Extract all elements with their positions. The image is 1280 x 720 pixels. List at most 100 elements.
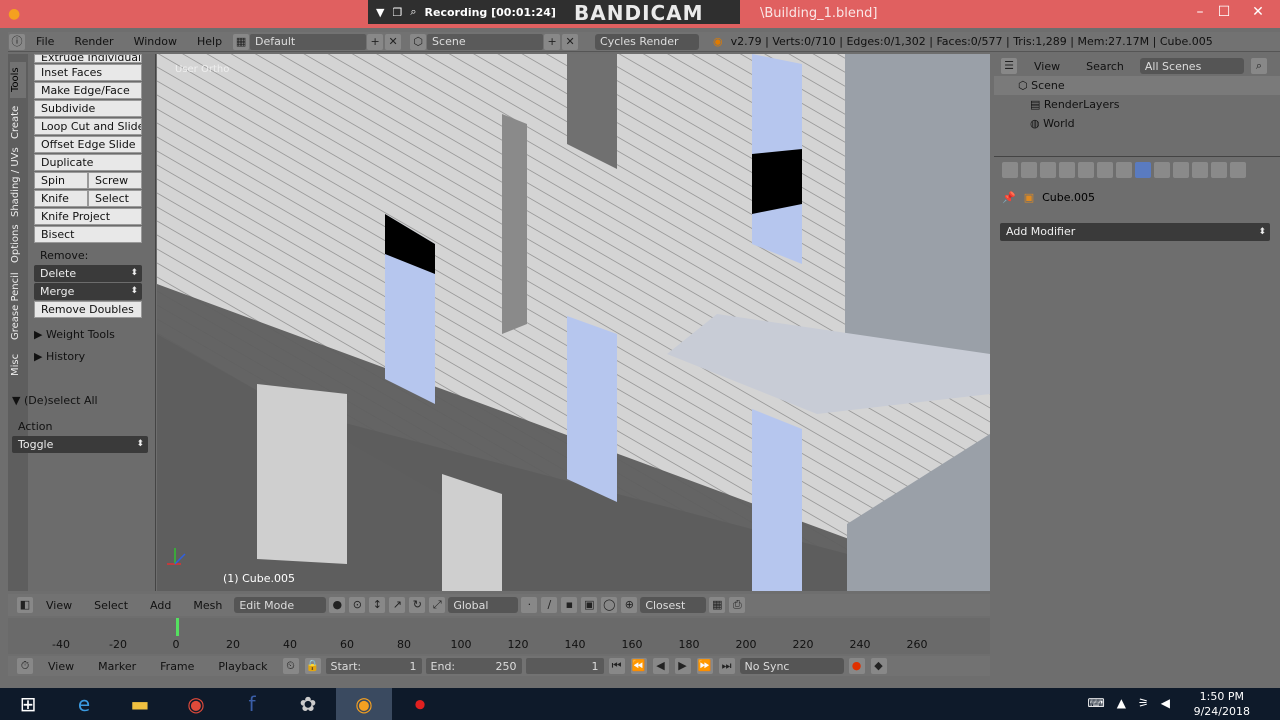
remove-scene-icon[interactable]: ✕ — [562, 33, 579, 50]
windows-start-icon[interactable]: ⊞ — [0, 688, 56, 720]
deselect-all-header[interactable]: ▼ (De)select All — [12, 390, 152, 412]
facebook-icon[interactable]: f — [224, 688, 280, 720]
proportional-icon[interactable]: ◯ — [601, 597, 618, 613]
weight-tools-panel[interactable]: ▶ Weight Tools — [34, 324, 142, 346]
outliner-editor-icon[interactable]: ☰ — [1001, 58, 1017, 74]
add-scene-icon[interactable]: + — [544, 33, 561, 50]
next-key-icon[interactable]: ⏩ — [696, 658, 713, 674]
volume-icon[interactable]: ◀ — [1161, 696, 1170, 710]
bisect-button[interactable]: Bisect — [34, 226, 142, 243]
render-engine-dropdown[interactable]: Cycles Render — [595, 33, 700, 50]
orientation-dropdown[interactable]: Global — [448, 597, 519, 613]
window-icon[interactable]: ❐ — [392, 6, 402, 19]
menu-view[interactable]: View — [36, 599, 82, 612]
display-mode-dropdown[interactable]: All Scenes — [1139, 58, 1244, 74]
physics-tab-icon[interactable] — [1230, 162, 1246, 178]
shading-icon[interactable]: ● — [329, 597, 346, 613]
menu-render[interactable]: Render — [64, 35, 123, 48]
viewport-editor-icon[interactable]: ◧ — [17, 597, 33, 613]
occlude-icon[interactable]: ▣ — [581, 597, 598, 613]
preview-range-icon[interactable]: ⏲ — [282, 658, 299, 674]
add-modifier-dropdown[interactable]: Add Modifier — [1000, 223, 1270, 241]
timeline-editor-icon[interactable]: ⏱ — [17, 658, 33, 674]
render-icon[interactable]: ⎙ — [729, 597, 746, 613]
tab-misc[interactable]: Misc — [10, 348, 26, 382]
vertex-select-icon[interactable]: · — [521, 597, 538, 613]
edge-select-icon[interactable]: ∕ — [541, 597, 558, 613]
screw-button[interactable]: Screw — [88, 172, 142, 189]
knife-select-button[interactable]: Select — [88, 190, 142, 207]
record-icon[interactable]: ● — [848, 658, 865, 674]
jump-end-icon[interactable]: ⏭ — [718, 658, 735, 674]
sync-dropdown[interactable]: No Sync — [739, 658, 844, 674]
extrude-individual-button[interactable]: Extrude Individual — [34, 54, 142, 63]
snap-icon[interactable]: ⊕ — [621, 597, 638, 613]
remove-doubles-button[interactable]: Remove Doubles — [34, 301, 142, 318]
app-icon[interactable]: ✿ — [280, 688, 336, 720]
object-tab-icon[interactable] — [1097, 162, 1113, 178]
menu-add[interactable]: Add — [140, 599, 181, 612]
knife-project-button[interactable]: Knife Project — [34, 208, 142, 225]
start-frame-field[interactable]: Start: 1 — [325, 658, 422, 674]
subdivide-button[interactable]: Subdivide — [34, 100, 142, 117]
menu-select[interactable]: Select — [84, 599, 138, 612]
menu-file[interactable]: File — [26, 35, 64, 48]
scene-tab-icon[interactable] — [1059, 162, 1075, 178]
ie-icon[interactable]: e — [56, 688, 112, 720]
outliner-search-icon[interactable]: ⌕ — [1250, 58, 1267, 74]
pivot-icon[interactable]: ⊙ — [349, 597, 366, 613]
texture-tab-icon[interactable] — [1192, 162, 1208, 178]
layout-field[interactable]: Default — [250, 33, 367, 50]
scene-field[interactable]: Scene — [427, 33, 544, 50]
spin-button[interactable]: Spin — [34, 172, 88, 189]
data-tab-icon[interactable] — [1154, 162, 1170, 178]
modifiers-tab-icon[interactable] — [1135, 162, 1151, 178]
outliner-item-world[interactable]: ◍ World — [994, 114, 1280, 133]
keyboard-icon[interactable]: ⌨ — [1087, 696, 1104, 710]
render-layers-tab-icon[interactable] — [1040, 162, 1056, 178]
file-explorer-icon[interactable]: ▬ — [112, 688, 168, 720]
outliner-item-scene[interactable]: ⬡ Scene — [994, 76, 1280, 95]
offset-edge-slide-button[interactable]: Offset Edge Slide — [34, 136, 142, 153]
playhead[interactable] — [176, 618, 179, 636]
snap-target-dropdown[interactable]: Closest — [640, 597, 707, 613]
outliner-menu-view[interactable]: View — [1024, 60, 1070, 73]
tab-grease-pencil[interactable]: Grease Pencil — [10, 270, 26, 342]
menu-mesh[interactable]: Mesh — [183, 599, 232, 612]
delete-dropdown[interactable]: Delete — [34, 265, 142, 282]
material-tab-icon[interactable] — [1173, 162, 1189, 178]
pin-icon[interactable]: 📌 — [1002, 191, 1016, 204]
layers-icon[interactable]: ▦ — [709, 597, 726, 613]
make-edge-face-button[interactable]: Make Edge/Face — [34, 82, 142, 99]
action-dropdown[interactable]: Toggle — [12, 436, 148, 453]
translate-icon[interactable]: ↗ — [389, 597, 406, 613]
history-panel[interactable]: ▶ History — [34, 346, 142, 368]
outliner-menu-search[interactable]: Search — [1076, 60, 1134, 73]
merge-dropdown[interactable]: Merge — [34, 283, 142, 300]
maximize-button[interactable]: ☐ — [1212, 4, 1236, 20]
layout-icon[interactable]: ▦ — [233, 33, 250, 50]
bandicam-taskbar-icon[interactable]: ⏺ — [392, 688, 448, 720]
close-button[interactable]: ✕ — [1246, 4, 1270, 20]
outliner-item-renderlayers[interactable]: ▤ RenderLayers — [994, 95, 1280, 114]
loop-cut-slide-button[interactable]: Loop Cut and Slide — [34, 118, 142, 135]
play-reverse-icon[interactable]: ◀ — [652, 658, 669, 674]
timeline-menu-marker[interactable]: Marker — [88, 660, 146, 673]
tray-arrow-icon[interactable]: ▲ — [1117, 696, 1126, 710]
blender-taskbar-icon[interactable]: ◉ — [336, 688, 392, 720]
lock-icon[interactable]: 🔒 — [304, 658, 321, 674]
current-frame-field[interactable]: 1 — [525, 658, 604, 674]
network-icon[interactable]: ⚞ — [1138, 696, 1149, 710]
play-icon[interactable]: ▶ — [674, 658, 691, 674]
timeline-menu-playback[interactable]: Playback — [208, 660, 277, 673]
timeline[interactable]: -40 -20 0 20 40 60 80 100 120 140 160 18… — [8, 618, 990, 654]
menu-help[interactable]: Help — [187, 35, 232, 48]
knife-button[interactable]: Knife — [34, 190, 88, 207]
minimize-button[interactable]: – — [1188, 4, 1212, 20]
particles-tab-icon[interactable] — [1211, 162, 1227, 178]
3d-viewport[interactable]: User Ortho (1) Cube.005 — [157, 54, 990, 591]
inset-faces-button[interactable]: Inset Faces — [34, 64, 142, 81]
face-select-icon[interactable]: ▪ — [561, 597, 578, 613]
timeline-menu-view[interactable]: View — [38, 660, 84, 673]
timeline-menu-frame[interactable]: Frame — [150, 660, 204, 673]
